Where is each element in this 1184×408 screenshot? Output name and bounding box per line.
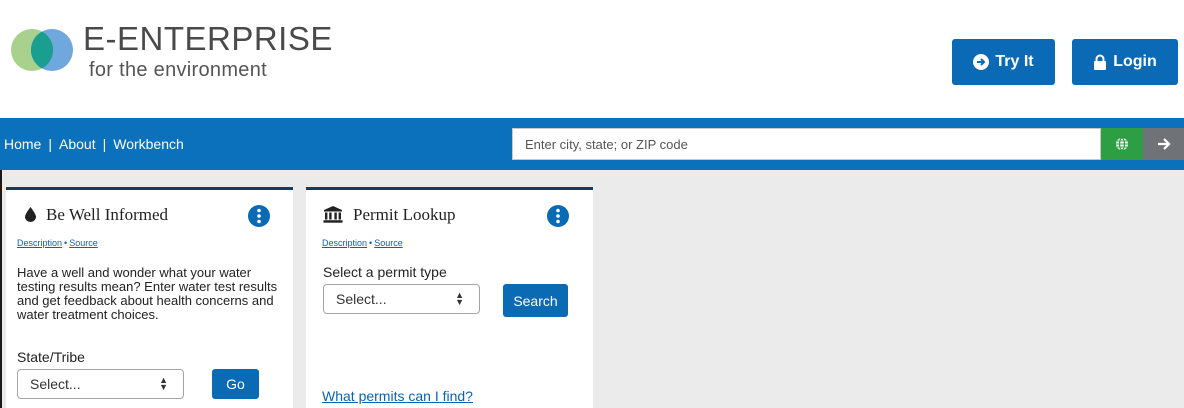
select-value: Select... bbox=[30, 376, 81, 392]
globe-button[interactable] bbox=[1101, 128, 1143, 160]
description-link[interactable]: Description bbox=[17, 238, 62, 248]
water-drop-icon bbox=[25, 207, 36, 222]
login-button[interactable]: Login bbox=[1072, 39, 1178, 85]
description-link[interactable]: Description bbox=[322, 238, 367, 248]
brand-title: E-ENTERPRISE bbox=[83, 20, 333, 57]
card-description: Have a well and wonder what your water t… bbox=[17, 265, 278, 322]
nav-links: Home | About | Workbench bbox=[4, 118, 184, 170]
nav-separator: | bbox=[48, 136, 52, 152]
state-tribe-label: State/Tribe bbox=[17, 349, 85, 365]
try-it-button[interactable]: Try It bbox=[952, 39, 1055, 85]
arrow-circle-right-icon bbox=[973, 54, 990, 70]
state-tribe-select[interactable]: Select... ▲ ▼ bbox=[17, 369, 184, 399]
search-go-button[interactable] bbox=[1143, 128, 1184, 160]
card-title: Be Well Informed bbox=[46, 205, 169, 224]
card-meta-links: Description • Source bbox=[322, 238, 403, 248]
be-well-informed-card: Be Well Informed Description • Source Have… bbox=[6, 187, 293, 408]
try-it-label: Try It bbox=[995, 53, 1034, 70]
info-icon[interactable] bbox=[248, 205, 270, 227]
nav-link-home[interactable]: Home bbox=[4, 136, 41, 152]
nav-link-workbench[interactable]: Workbench bbox=[113, 136, 184, 152]
go-button[interactable]: Go bbox=[212, 369, 259, 399]
card-meta-links: Description • Source bbox=[17, 238, 98, 248]
source-link[interactable]: Source bbox=[374, 238, 403, 248]
permit-lookup-card: Permit Lookup Description • Source Select … bbox=[306, 187, 593, 408]
two-overlapping-circles-logo[interactable] bbox=[11, 18, 73, 82]
site-header: E-ENTERPRISE for the environment Try It … bbox=[0, 0, 1184, 118]
permit-type-select[interactable]: Select... ▲ ▼ bbox=[323, 284, 480, 314]
lock-icon bbox=[1094, 54, 1107, 70]
meta-separator: • bbox=[64, 238, 68, 248]
brand-subtitle: for the environment bbox=[89, 59, 268, 81]
info-icon-glyph bbox=[556, 208, 560, 224]
card-title: Permit Lookup bbox=[353, 205, 456, 224]
permit-type-label: Select a permit type bbox=[323, 264, 447, 280]
info-icon[interactable] bbox=[547, 205, 569, 227]
select-caret-icon: ▲ ▼ bbox=[455, 290, 464, 307]
nav-link-about[interactable]: About bbox=[59, 136, 96, 152]
select-value: Select... bbox=[336, 291, 387, 307]
arrow-right-icon bbox=[1157, 138, 1171, 150]
search-button[interactable]: Search bbox=[503, 284, 568, 317]
globe-icon bbox=[1116, 137, 1128, 151]
what-permits-link[interactable]: What permits can I find? bbox=[322, 388, 473, 404]
government-building-icon bbox=[323, 206, 343, 223]
info-icon-glyph bbox=[257, 208, 261, 224]
select-caret-icon: ▲ ▼ bbox=[159, 375, 168, 392]
login-label: Login bbox=[1113, 53, 1157, 70]
meta-separator: • bbox=[369, 238, 373, 248]
source-link[interactable]: Source bbox=[69, 238, 98, 248]
nav-separator: | bbox=[102, 136, 107, 152]
location-search-input[interactable] bbox=[512, 128, 1101, 160]
